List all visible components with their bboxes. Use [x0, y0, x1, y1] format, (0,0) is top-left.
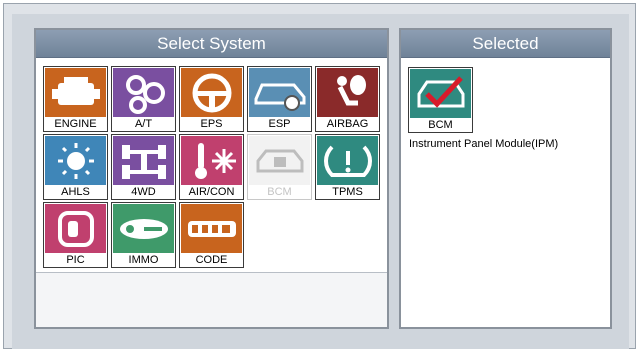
selected-system-description: Instrument Panel Module(IPM)	[409, 138, 559, 150]
system-tile-label: ENGINE	[44, 117, 107, 131]
system-tile-a-t[interactable]: A/T	[111, 66, 176, 132]
key-code-icon	[181, 204, 242, 253]
system-tile-label: ESP	[248, 117, 311, 131]
select-panel-footer	[36, 272, 387, 327]
system-tile-label: CODE	[180, 253, 243, 267]
system-tile-label: IMMO	[112, 253, 175, 267]
system-tile-label: AIR/CON	[180, 185, 243, 199]
selected-tile-label: BCM	[409, 118, 472, 132]
system-tile-tpms[interactable]: TPMS	[315, 134, 380, 200]
system-tile-pic[interactable]: PIC	[43, 202, 108, 268]
selected-title: Selected	[401, 30, 610, 58]
system-tile-esp[interactable]: ESP	[247, 66, 312, 132]
system-tile-label: 4WD	[112, 185, 175, 199]
system-tile-label: AHLS	[44, 185, 107, 199]
headlamp-icon	[45, 136, 106, 185]
system-tile-immo[interactable]: IMMO	[111, 202, 176, 268]
system-tile-label: EPS	[180, 117, 243, 131]
gears-icon	[113, 68, 174, 117]
key-fob-icon	[45, 204, 106, 253]
airbag-icon	[317, 68, 378, 117]
engine-icon	[45, 68, 106, 117]
select-system-title: Select System	[36, 30, 387, 58]
car-body-icon	[249, 136, 310, 185]
system-tile-4wd[interactable]: 4WD	[111, 134, 176, 200]
system-tile-air-con[interactable]: AIR/CON	[179, 134, 244, 200]
system-tile-eps[interactable]: EPS	[179, 66, 244, 132]
system-tile-engine[interactable]: ENGINE	[43, 66, 108, 132]
system-tile-label: BCM	[248, 185, 311, 199]
car-body-check-icon	[410, 69, 471, 118]
key-icon	[113, 204, 174, 253]
drivetrain-icon	[113, 136, 174, 185]
selected-system-tile[interactable]: BCM	[408, 67, 473, 133]
tire-pressure-icon	[317, 136, 378, 185]
system-tile-ahls[interactable]: AHLS	[43, 134, 108, 200]
system-tile-code[interactable]: CODE	[179, 202, 244, 268]
system-tile-airbag[interactable]: AIRBAG	[315, 66, 380, 132]
system-tile-label: TPMS	[316, 185, 379, 199]
selected-panel: Selected BCM Instrument Panel Module(IPM…	[399, 28, 612, 329]
select-system-panel: Select System ENGINE A/T EPS ESP AIRBAG AHLS 4…	[34, 28, 389, 329]
system-tile-label: PIC	[44, 253, 107, 267]
thermometer-snowflake-icon	[181, 136, 242, 185]
car-wheel-icon	[249, 68, 310, 117]
system-tile-bcm: BCM	[247, 134, 312, 200]
steering-wheel-icon	[181, 68, 242, 117]
system-tile-label: AIRBAG	[316, 117, 379, 131]
system-tile-label: A/T	[112, 117, 175, 131]
